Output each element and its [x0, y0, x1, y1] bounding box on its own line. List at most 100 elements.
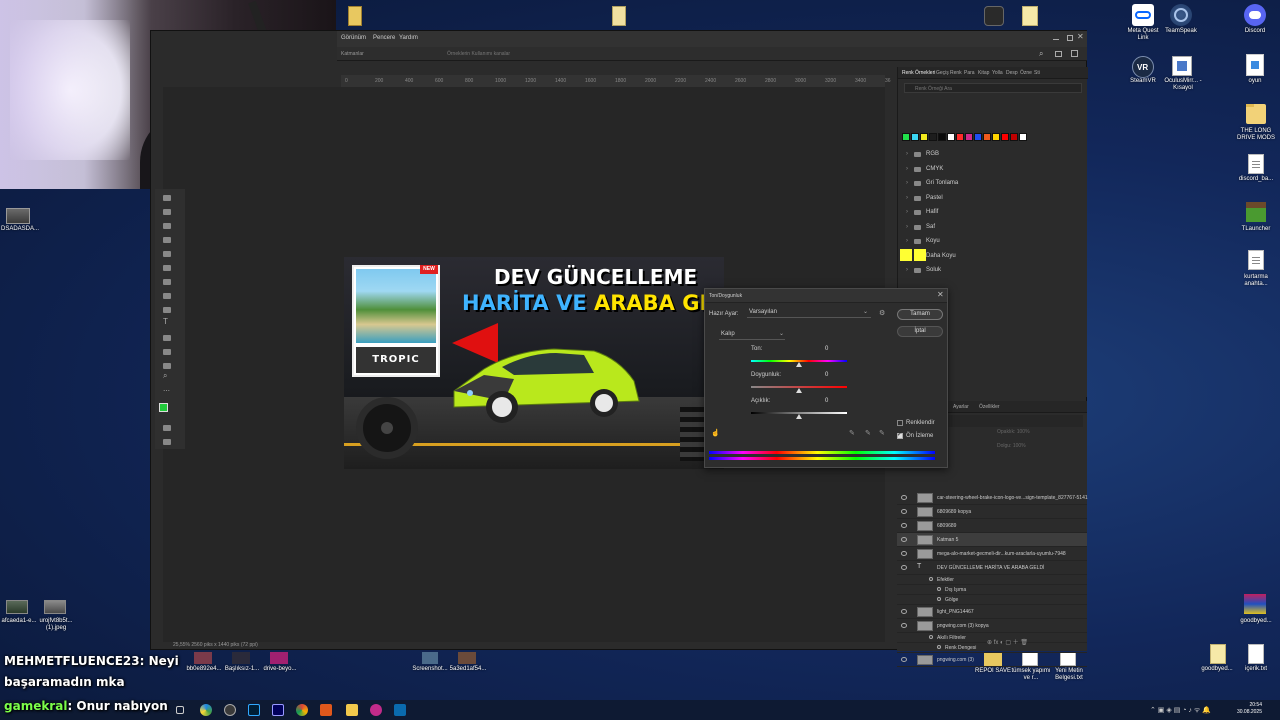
panel-tab[interactable]: Ayarlar	[953, 404, 969, 410]
dodge-tool-icon[interactable]	[163, 293, 171, 299]
options-search[interactable]: Örneklerin Kullanımı kanalar	[447, 51, 510, 57]
color-swatch[interactable]	[983, 133, 991, 141]
panel-tab[interactable]: Renk Örnekleri	[902, 70, 935, 76]
path-select-icon[interactable]	[163, 335, 171, 341]
color-swatch[interactable]	[920, 133, 928, 141]
eyedropper-icon[interactable]: ✎	[849, 429, 855, 437]
sub-eye-icon[interactable]	[929, 577, 933, 581]
swatch-folder[interactable]: › RGB	[906, 149, 1076, 161]
desktop-icon-icerik[interactable]	[1248, 644, 1264, 664]
swatch-folder[interactable]: ›Daha Koyu	[906, 251, 1076, 263]
panel-tab[interactable]: Para	[964, 70, 975, 76]
layer-row[interactable]: pngwing.com (3)	[897, 653, 1087, 667]
pen-tool-icon[interactable]	[163, 307, 171, 313]
desktop-icon-goodbyed-archive[interactable]	[1244, 594, 1266, 614]
hue-value[interactable]: 0	[825, 346, 847, 354]
color-swatch[interactable]	[911, 133, 919, 141]
stamp-tool-icon[interactable]	[163, 223, 171, 229]
gradient-tool-icon[interactable]	[163, 265, 171, 271]
desktop-icon-top-2[interactable]	[612, 6, 626, 26]
desktop-icon-top-1[interactable]	[348, 6, 362, 26]
swatch-folder[interactable]: › CMYK	[906, 164, 1076, 176]
desktop-icon-tlauncher[interactable]	[1246, 202, 1266, 222]
lightness-slider-thumb[interactable]	[796, 414, 802, 419]
shape-tool-icon[interactable]	[163, 349, 171, 355]
dialog-close-icon[interactable]: ✕	[937, 290, 944, 299]
layer-row[interactable]: car-steering-wheel-brake-icon-logo-ve...…	[897, 491, 1088, 505]
eye-icon[interactable]	[901, 551, 907, 556]
ok-button[interactable]: Tamam	[897, 309, 943, 320]
swatch-folder[interactable]: › Hafif	[906, 207, 1076, 219]
desktop-icon-oculus-mirror[interactable]	[1172, 56, 1192, 76]
history-brush-icon[interactable]	[163, 237, 171, 243]
panel-tab[interactable]: Özne	[1020, 70, 1032, 76]
dialog-titlebar[interactable]: Ton/Doygunluk ✕	[705, 289, 947, 303]
swatch-folder[interactable]: › Saf	[906, 222, 1076, 234]
preset-dropdown[interactable]: Varsayılan ⌄	[747, 308, 871, 318]
desktop-icon-drive-beyo[interactable]	[270, 652, 288, 664]
panel-tab[interactable]: Renk	[950, 70, 962, 76]
desktop-icon-5a3ed[interactable]	[458, 652, 476, 664]
desktop-icon-goodbyed[interactable]	[1210, 644, 1226, 664]
sub-eye-icon[interactable]	[937, 587, 941, 591]
zoom-tool-icon[interactable]: ⌕	[163, 371, 167, 381]
layer-row[interactable]: T DEV GÜNCELLEME HARİTA VE ARABA GELDİ	[897, 561, 1087, 575]
screen-mode-icon[interactable]	[163, 439, 171, 445]
desktop-icon-discord-ba[interactable]	[1248, 154, 1264, 174]
layer-row[interactable]: 6809689	[897, 519, 1087, 533]
desktop-icon-teamspeak[interactable]	[1170, 4, 1192, 26]
layer-row[interactable]: light_PNG14467	[897, 605, 1087, 619]
desktop-icon-afcaeda[interactable]	[6, 600, 28, 614]
desktop-icon-kurtarma[interactable]	[1248, 250, 1264, 270]
sub-eye-icon[interactable]	[929, 635, 933, 639]
menu-pencere[interactable]: Pencere	[373, 35, 395, 41]
preset-options-gear-icon[interactable]: ⚙	[879, 309, 885, 317]
desktop-icon-steamvr[interactable]: VR	[1132, 56, 1154, 78]
color-swatch[interactable]	[902, 133, 910, 141]
target-adjust-icon[interactable]: ☝	[711, 429, 720, 437]
workspace-icon[interactable]	[1055, 51, 1062, 57]
color-swatch[interactable]	[992, 133, 1000, 141]
color-swatch[interactable]	[1019, 133, 1027, 141]
desktop-icon-long-drive-mods[interactable]	[1246, 104, 1266, 124]
panel-tab[interactable]: Özellikler	[979, 404, 1000, 410]
color-swatch[interactable]	[929, 133, 937, 141]
taskbar-clock[interactable]: 20:54 30.08.2025	[1222, 702, 1262, 716]
channel-dropdown[interactable]: Kalıp ⌄	[719, 330, 785, 340]
eye-icon[interactable]	[901, 657, 907, 662]
eye-icon[interactable]	[901, 537, 907, 542]
tray-icons[interactable]: ⌃ ▣ ◈ ▤ ◔ ♪ ᯤ 🔔	[1150, 706, 1211, 715]
file-explorer-icon[interactable]	[346, 704, 358, 716]
layer-row[interactable]: Dış Işıma	[897, 585, 1087, 595]
swatch-folder[interactable]: › Koyu	[906, 236, 1076, 248]
brush-tool-icon[interactable]	[163, 209, 171, 215]
sub-eye-icon[interactable]	[937, 645, 941, 649]
swatch-search-field[interactable]: Renk Örneği Ara	[904, 83, 1082, 93]
panel-tab[interactable]: Kitap	[978, 70, 989, 76]
recent-swatch[interactable]	[900, 249, 912, 261]
eye-icon[interactable]	[901, 509, 907, 514]
desktop-icon-top-4[interactable]	[1022, 6, 1038, 26]
swatch-folder[interactable]: › Pastel	[906, 193, 1076, 205]
quick-mask-icon[interactable]	[163, 425, 171, 431]
swatch-folder[interactable]: › Gri Tonlama	[906, 178, 1076, 190]
eye-icon[interactable]	[901, 623, 907, 628]
recent-swatch[interactable]	[914, 249, 926, 261]
premiere-icon[interactable]	[272, 704, 284, 716]
cancel-button[interactable]: İptal	[897, 326, 943, 337]
layer-row[interactable]: pngwing.com (3) kopya	[897, 619, 1087, 633]
saturation-value[interactable]: 0	[825, 372, 847, 380]
desktop-icon-dsadasda[interactable]	[6, 208, 30, 224]
layer-row[interactable]: Efektler	[897, 575, 1087, 585]
colorize-checkbox[interactable]	[897, 420, 903, 426]
desktop-icon-meta-quest[interactable]	[1130, 4, 1156, 26]
vscode-icon[interactable]	[394, 704, 406, 716]
thumbnail-artwork[interactable]: TROPIC NEW DEV GÜNCELLEME HARİTA VE ARAB…	[344, 257, 724, 469]
saturation-slider-thumb[interactable]	[796, 388, 802, 393]
hue-saturation-dialog[interactable]: Ton/Doygunluk ✕ Hazır Ayar: Varsayılan ⌄…	[704, 288, 948, 468]
eye-icon[interactable]	[901, 565, 907, 570]
share-icon[interactable]	[1071, 50, 1078, 57]
lightness-value[interactable]: 0	[825, 398, 847, 406]
blur-tool-icon[interactable]	[163, 279, 171, 285]
photoshop-taskbar-icon[interactable]	[248, 704, 260, 716]
